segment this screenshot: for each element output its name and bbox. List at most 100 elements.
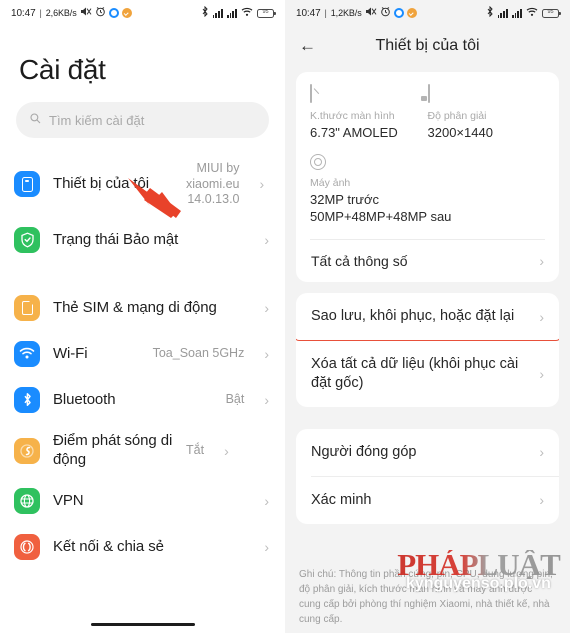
chevron-right-icon: › [264,345,269,362]
link-label: Người đóng góp [311,444,417,460]
right-phone-screen: 10:47 | 1,2KB/s 95 ← Thiết bị của tôi K.… [285,0,570,633]
search-input[interactable]: Tìm kiếm cài đặt [16,102,269,138]
orange-check-icon [406,8,417,18]
battery-level: 95 [547,9,554,16]
alarm-icon [380,6,391,20]
status-separator: | [324,8,327,18]
status-bar-left: 10:47 | 2,6KB/s 95 [0,0,285,26]
spec-value: 32MP trước 50MP+48MP+48MP sau [310,192,452,225]
spec-label: Độ phân giải [427,110,487,122]
link-label: Xác minh [311,491,372,508]
row-label: Thẻ SIM & mạng di động [53,298,217,316]
spec-label: Máy ảnh [310,177,351,190]
status-separator: | [39,8,42,18]
screen-size-icon [310,84,428,103]
action-erase-all-data[interactable]: Xóa tất cả dữ liệu (khôi phục cài đặt gố… [296,341,559,407]
sidebar-item-vpn[interactable]: VPN › [0,478,285,524]
chevron-right-icon: › [264,493,269,510]
spec-resolution: Độ phân giải 3200×1440 [427,84,546,141]
back-arrow-icon[interactable]: ← [299,36,321,56]
actions-panel: Sao lưu, khôi phục, hoặc đặt lại › Xóa t… [296,293,559,407]
hotspot-icon [14,437,40,464]
spec-value: 6.73" AMOLED [310,125,398,140]
all-specs-label: Tất cả thông số [311,253,408,270]
all-specs-row[interactable]: Tất cả thông số › [310,240,545,272]
chevron-right-icon: › [264,539,269,556]
watermark: PHÁPLUẬT kynguyenso.plo.vn [391,548,566,593]
chevron-right-icon: › [264,231,269,248]
status-data-rate: 1,2KB/s [330,8,362,18]
battery-icon: 95 [257,8,276,18]
spec-screen-size: K.thước màn hình 6.73" AMOLED [310,84,428,141]
chevron-right-icon: › [539,492,544,509]
mute-icon [80,6,92,20]
row-label: Kết nối & chia sẻ [53,538,164,555]
specs-card: K.thước màn hình 6.73" AMOLED Độ phân gi… [296,72,559,283]
chevron-right-icon: › [539,366,544,383]
row-label: Trạng thái Bảo mật [53,230,179,248]
wifi-icon [526,7,538,20]
bluetooth-icon [14,386,40,413]
sidebar-item-sim-mobile-network[interactable]: Thẻ SIM & mạng di động › [0,285,285,331]
chevron-right-icon: › [259,176,265,193]
watermark-title: PHÁPLUẬT [391,548,566,579]
share-icon [14,534,40,561]
row-label: VPN [53,492,84,509]
sim-card-icon [14,294,40,321]
status-time: 10:47 [11,7,36,19]
left-phone-screen: 10:47 | 2,6KB/s 95 Cài đặt Tìm kiếm cài … [0,0,285,633]
sidebar-item-wifi[interactable]: Wi-Fi Toa_Soan 5GHz › [0,331,285,377]
battery-level: 95 [262,9,269,16]
links-panel: Người đóng góp › Xác minh › [296,429,559,524]
camera-icon [310,154,545,171]
phone-icon [14,171,40,198]
link-verification[interactable]: Xác minh › [296,477,559,524]
row-label: Bluetooth [53,390,116,408]
row-value: Tắt [186,442,205,457]
mute-icon [365,6,377,20]
annotation-arrow-icon [128,178,181,218]
shield-check-icon [14,226,40,253]
row-label: Wi-Fi [53,344,88,362]
row-value: Bật [225,392,245,407]
globe-icon [14,488,40,515]
orange-check-icon [121,8,132,18]
detail-header: ← Thiết bị của tôi [285,26,570,66]
chevron-right-icon: › [264,391,269,408]
wifi-icon [241,7,253,20]
sidebar-item-bluetooth[interactable]: Bluetooth Bật › [0,377,285,423]
alarm-icon [95,6,106,20]
action-backup-restore-reset[interactable]: Sao lưu, khôi phục, hoặc đặt lại › [296,293,559,340]
spec-camera: Máy ảnh 32MP trước 50MP+48MP+48MP sau [310,154,545,225]
chevron-right-icon: › [224,442,229,459]
spec-label: K.thước màn hình [310,110,395,122]
spec-value: 3200×1440 [427,125,493,140]
home-indicator [90,622,195,626]
wifi-icon [14,340,40,367]
action-label: Xóa tất cả dữ liệu (khôi phục cài đặt gố… [311,356,519,392]
blue-dot-icon [393,8,404,18]
dual-screenshot: 10:47 | 2,6KB/s 95 Cài đặt Tìm kiếm cài … [0,0,570,633]
signal-bars-2-icon [226,9,237,18]
settings-group-2: Thẻ SIM & mạng di động › Wi-Fi Toa_Soan … [0,285,285,571]
search-placeholder: Tìm kiếm cài đặt [49,112,145,128]
row-value: Toa_Soan 5GHz [152,346,245,361]
bluetooth-icon [486,5,494,20]
signal-bars-icon [497,9,508,18]
search-icon [30,113,41,127]
chevron-right-icon: › [539,444,544,461]
row-label: Điểm phát sóng di động [53,431,173,468]
detail-title: Thiết bị của tôi [375,37,480,54]
link-contributors[interactable]: Người đóng góp › [296,429,559,476]
resolution-icon [427,84,546,103]
page-title: Cài đặt [19,54,106,85]
chevron-right-icon: › [539,308,544,325]
sidebar-item-mobile-hotspot[interactable]: Điểm phát sóng di động Tắt › [0,423,285,479]
signal-bars-2-icon [511,9,522,18]
status-bar-right: 10:47 | 1,2KB/s 95 [285,0,570,26]
action-label: Sao lưu, khôi phục, hoặc đặt lại [311,308,515,325]
sidebar-item-connection-sharing[interactable]: Kết nối & chia sẻ › [0,524,285,570]
battery-icon: 95 [542,8,561,18]
signal-bars-icon [212,9,223,18]
bluetooth-icon [201,5,209,20]
